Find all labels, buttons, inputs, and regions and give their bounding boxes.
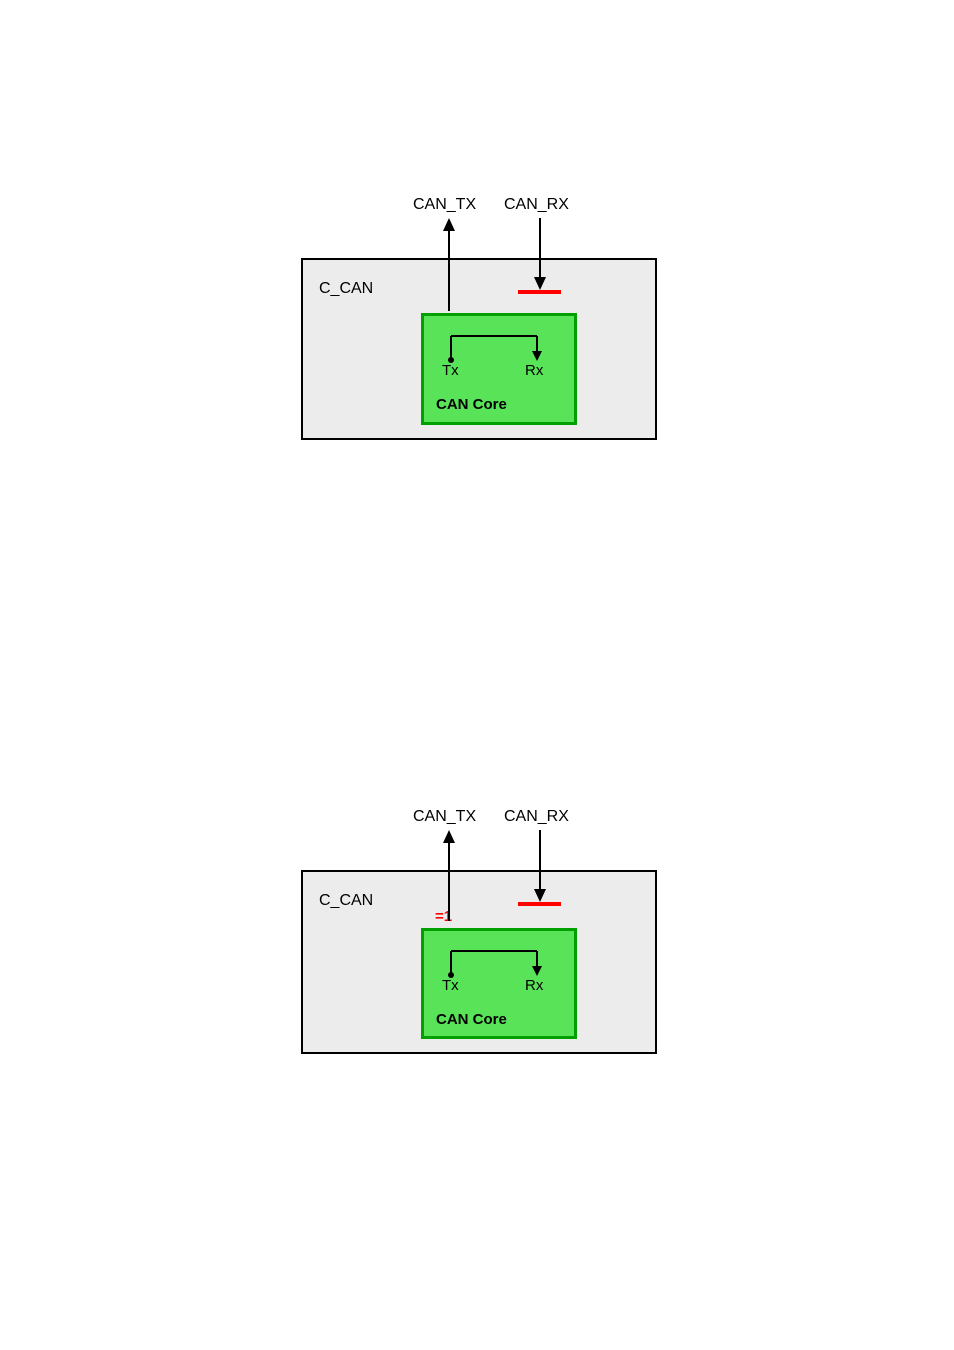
arrows-bottom xyxy=(0,0,700,1100)
